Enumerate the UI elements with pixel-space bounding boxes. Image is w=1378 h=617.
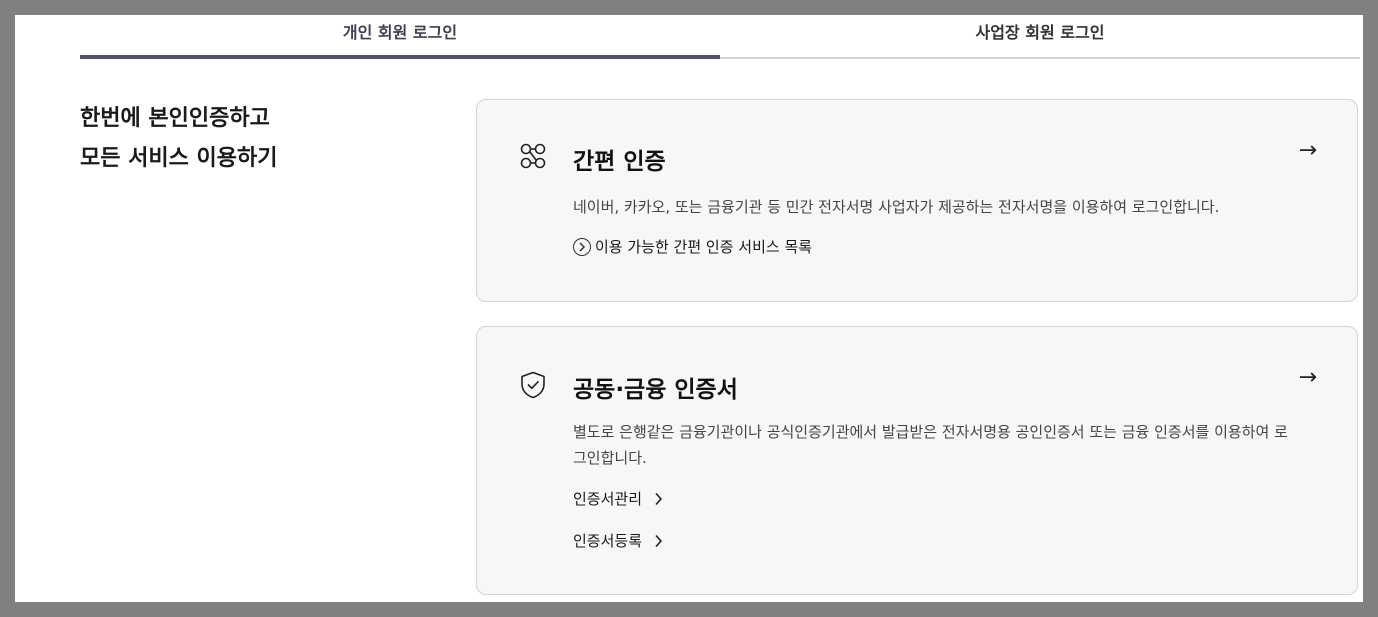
login-tabs: 개인 회원 로그인 사업장 회원 로그인 — [80, 15, 1360, 59]
simple-auth-card[interactable]: 간편 인증 → 네이버, 카카오, 또는 금융기관 등 민간 전자서명 사업자가… — [476, 99, 1358, 302]
certificate-register-label: 인증서등록 — [573, 532, 643, 550]
certificate-auth-description: 별도로 은행같은 금융기관이나 공식인증기관에서 발급받은 전자서명용 공인인증… — [573, 423, 1288, 467]
certificate-auth-arrow-icon[interactable]: → — [1299, 365, 1317, 390]
certificate-auth-title: 공동·금융 인증서 — [573, 377, 738, 403]
tab-business-login[interactable]: 사업장 회원 로그인 — [720, 15, 1360, 59]
tab-personal-login[interactable]: 개인 회원 로그인 — [80, 15, 720, 59]
headline-line-2: 모든 서비스 이용하기 — [80, 146, 278, 171]
simple-auth-service-list-label: 이용 가능한 간편 인증 서비스 목록 — [595, 238, 813, 256]
simple-auth-arrow-icon[interactable]: → — [1299, 138, 1317, 163]
simple-auth-service-list-link[interactable]: 이용 가능한 간편 인증 서비스 목록 — [573, 236, 812, 257]
simple-auth-title: 간편 인증 — [573, 149, 666, 175]
link-nodes-icon — [518, 141, 548, 171]
headline-line-1: 한번에 본인인증하고 — [80, 106, 270, 131]
circle-chevron-right-icon — [573, 237, 591, 256]
chevron-right-icon — [654, 534, 663, 548]
login-page: 개인 회원 로그인 사업장 회원 로그인 한번에 본인인증하고 모든 서비스 이… — [15, 15, 1363, 602]
chevron-right-icon — [654, 492, 663, 506]
shield-check-icon — [518, 370, 548, 400]
page-headline: 한번에 본인인증하고 모든 서비스 이용하기 — [80, 99, 277, 179]
certificate-register-link[interactable]: 인증서등록 — [573, 530, 663, 551]
certificate-manage-link[interactable]: 인증서관리 — [573, 488, 663, 509]
certificate-manage-label: 인증서관리 — [573, 490, 643, 508]
certificate-auth-card[interactable]: 공동·금융 인증서 → 별도로 은행같은 금융기관이나 공식인증기관에서 발급받… — [476, 326, 1358, 595]
simple-auth-description: 네이버, 카카오, 또는 금융기관 등 민간 전자서명 사업자가 제공하는 전자… — [573, 198, 1220, 216]
